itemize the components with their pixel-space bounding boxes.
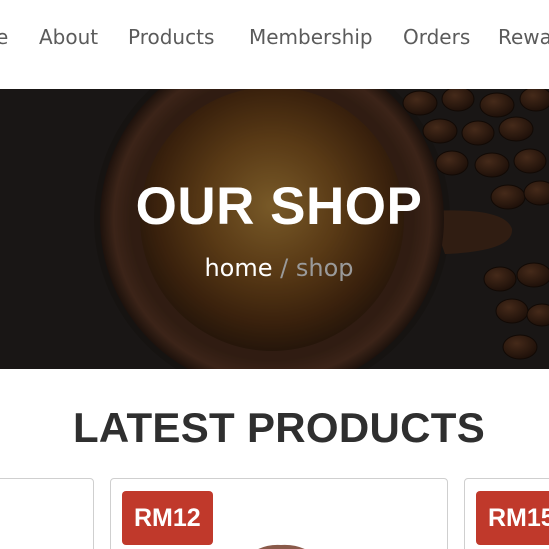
product-image: [258, 544, 305, 549]
nav-item-orders[interactable]: Orders: [403, 24, 470, 50]
nav-item-home[interactable]: e: [0, 24, 8, 50]
nav-item-membership[interactable]: Membership: [249, 24, 373, 50]
breadcrumb-home-link[interactable]: home: [204, 254, 272, 282]
nav-item-rewards[interactable]: Rewa: [498, 24, 549, 50]
nav-item-products[interactable]: Products: [128, 24, 214, 50]
hero-banner: OUR SHOP home / shop: [0, 89, 549, 369]
main-nav: e About Products Membership Orders Rewa: [0, 0, 549, 89]
product-card[interactable]: [0, 478, 94, 549]
breadcrumb-current: shop: [295, 254, 354, 282]
price-badge: RM12: [122, 491, 213, 545]
breadcrumb-separator: /: [280, 254, 289, 282]
product-card[interactable]: RM15: [464, 478, 549, 549]
page: e About Products Membership Orders Rewa: [0, 0, 549, 549]
breadcrumb: home / shop: [0, 253, 549, 283]
page-title: OUR SHOP: [135, 177, 423, 236]
product-card[interactable]: RM12: [110, 478, 448, 549]
price-badge: RM15: [476, 491, 549, 545]
nav-item-about[interactable]: About: [39, 24, 98, 50]
latest-products-heading: LATEST PRODUCTS: [72, 404, 486, 451]
